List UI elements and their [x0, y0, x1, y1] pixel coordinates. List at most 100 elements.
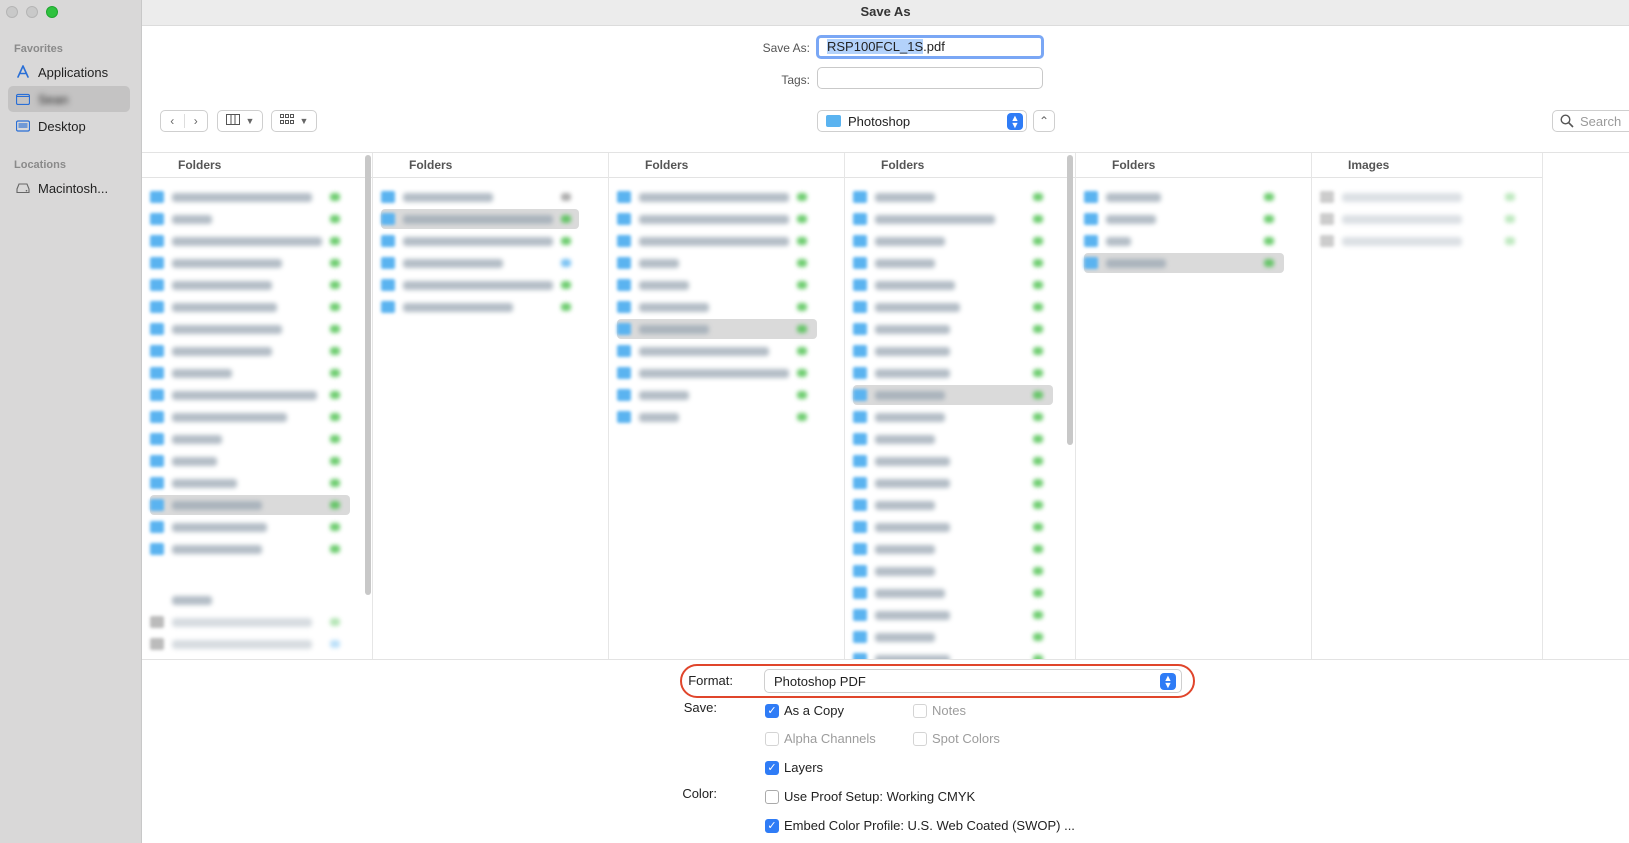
- hard-drive-icon: [16, 181, 30, 195]
- list-item[interactable]: [1320, 209, 1515, 229]
- list-item[interactable]: [150, 473, 340, 493]
- list-item[interactable]: [617, 341, 807, 361]
- group-by-button[interactable]: ▼: [271, 110, 317, 132]
- list-item[interactable]: [853, 627, 1043, 647]
- list-item[interactable]: [617, 297, 807, 317]
- list-item[interactable]: [853, 539, 1043, 559]
- close-window-button[interactable]: [6, 6, 18, 18]
- list-item[interactable]: [617, 407, 807, 427]
- list-item[interactable]: [617, 385, 807, 405]
- list-item[interactable]: [150, 451, 340, 471]
- list-item[interactable]: [1084, 187, 1274, 207]
- list-item[interactable]: [853, 583, 1043, 603]
- list-item[interactable]: [617, 187, 807, 207]
- list-item[interactable]: [381, 275, 571, 295]
- list-item[interactable]: [1084, 209, 1274, 229]
- location-popup[interactable]: Photoshop ▲ ▼: [817, 110, 1027, 132]
- list-item[interactable]: [853, 209, 1043, 229]
- list-item[interactable]: [1320, 231, 1515, 251]
- tags-field[interactable]: [817, 67, 1043, 89]
- expand-collapse-button[interactable]: ⌃: [1033, 110, 1055, 132]
- list-item[interactable]: [150, 275, 340, 295]
- use-proof-setup-checkbox[interactable]: [765, 790, 779, 804]
- list-item[interactable]: [150, 407, 340, 427]
- filename-field[interactable]: RSP100FCL_1S.pdf: [816, 35, 1044, 59]
- list-item-selected[interactable]: [853, 385, 1053, 405]
- back-icon[interactable]: ‹: [161, 114, 185, 128]
- list-item[interactable]: [150, 341, 340, 361]
- grid-icon: [279, 114, 294, 128]
- list-item[interactable]: [150, 634, 340, 654]
- column-browser[interactable]: Folders Folders Folders Folders Folders …: [142, 152, 1629, 660]
- list-item[interactable]: [853, 517, 1043, 537]
- list-item-selected[interactable]: [617, 319, 817, 339]
- spot-colors-checkbox[interactable]: [913, 732, 927, 746]
- list-item[interactable]: [150, 363, 340, 383]
- list-item[interactable]: [617, 363, 807, 383]
- list-item[interactable]: [381, 253, 571, 273]
- layers-checkbox[interactable]: ✓: [765, 761, 779, 775]
- minimize-window-button[interactable]: [26, 6, 38, 18]
- list-item[interactable]: [853, 429, 1043, 449]
- sidebar-item-desktop[interactable]: Desktop: [8, 113, 130, 139]
- list-item[interactable]: [853, 407, 1043, 427]
- layers-label: Layers: [784, 760, 824, 775]
- back-forward-group: ‹ ›: [160, 110, 208, 132]
- list-item[interactable]: [150, 539, 340, 559]
- list-item[interactable]: [853, 187, 1043, 207]
- list-item[interactable]: [853, 451, 1043, 471]
- list-item[interactable]: [150, 253, 340, 273]
- zoom-window-button[interactable]: [46, 6, 58, 18]
- sidebar-item-applications[interactable]: Applications: [8, 59, 130, 85]
- browser-column-1: Folders: [142, 153, 373, 659]
- list-item[interactable]: [617, 275, 807, 295]
- list-item[interactable]: [381, 187, 571, 207]
- list-item[interactable]: [150, 429, 340, 449]
- list-item[interactable]: [1320, 187, 1515, 207]
- list-item[interactable]: [853, 495, 1043, 515]
- column-scrollbar[interactable]: [365, 155, 371, 595]
- notes-checkbox[interactable]: [913, 704, 927, 718]
- forward-icon[interactable]: ›: [185, 114, 208, 128]
- list-item[interactable]: [853, 605, 1043, 625]
- list-item[interactable]: [150, 231, 340, 251]
- list-item[interactable]: [150, 209, 340, 229]
- list-item[interactable]: [381, 297, 571, 317]
- list-item[interactable]: [150, 319, 340, 339]
- list-item[interactable]: [853, 561, 1043, 581]
- list-item[interactable]: [853, 231, 1043, 251]
- list-item[interactable]: [853, 341, 1043, 361]
- list-item[interactable]: [381, 231, 571, 251]
- column-scrollbar[interactable]: [1067, 155, 1073, 445]
- list-item[interactable]: [853, 363, 1043, 383]
- list-item[interactable]: [853, 473, 1043, 493]
- search-field[interactable]: Search: [1552, 110, 1629, 132]
- alpha-channels-checkbox[interactable]: [765, 732, 779, 746]
- view-mode-button[interactable]: ▼: [217, 110, 263, 132]
- list-item[interactable]: [1084, 231, 1274, 251]
- list-item[interactable]: [150, 187, 340, 207]
- sidebar-item-macintosh-hd[interactable]: Macintosh...: [8, 175, 130, 201]
- list-item-selected[interactable]: [381, 209, 579, 229]
- list-item[interactable]: [150, 517, 340, 537]
- list-item-selected[interactable]: [1084, 253, 1284, 273]
- list-item-selected[interactable]: [150, 495, 350, 515]
- list-item[interactable]: [853, 275, 1043, 295]
- folder-icon: [16, 92, 30, 106]
- list-item[interactable]: [150, 297, 340, 317]
- format-value: Photoshop PDF: [774, 674, 866, 689]
- list-item[interactable]: [150, 612, 340, 632]
- sidebar-item-home[interactable]: Sean: [8, 86, 130, 112]
- list-item[interactable]: [853, 253, 1043, 273]
- list-item[interactable]: [617, 209, 807, 229]
- list-item[interactable]: [617, 253, 807, 273]
- list-item[interactable]: [617, 231, 807, 251]
- embed-color-profile-checkbox[interactable]: ✓: [765, 819, 779, 833]
- list-item[interactable]: [853, 649, 1043, 659]
- list-item[interactable]: [853, 297, 1043, 317]
- as-a-copy-checkbox[interactable]: ✓: [765, 704, 779, 718]
- list-item[interactable]: [853, 319, 1043, 339]
- color-options-label: Color:: [682, 786, 717, 801]
- format-select[interactable]: Photoshop PDF ▲ ▼: [764, 669, 1182, 693]
- list-item[interactable]: [150, 385, 340, 405]
